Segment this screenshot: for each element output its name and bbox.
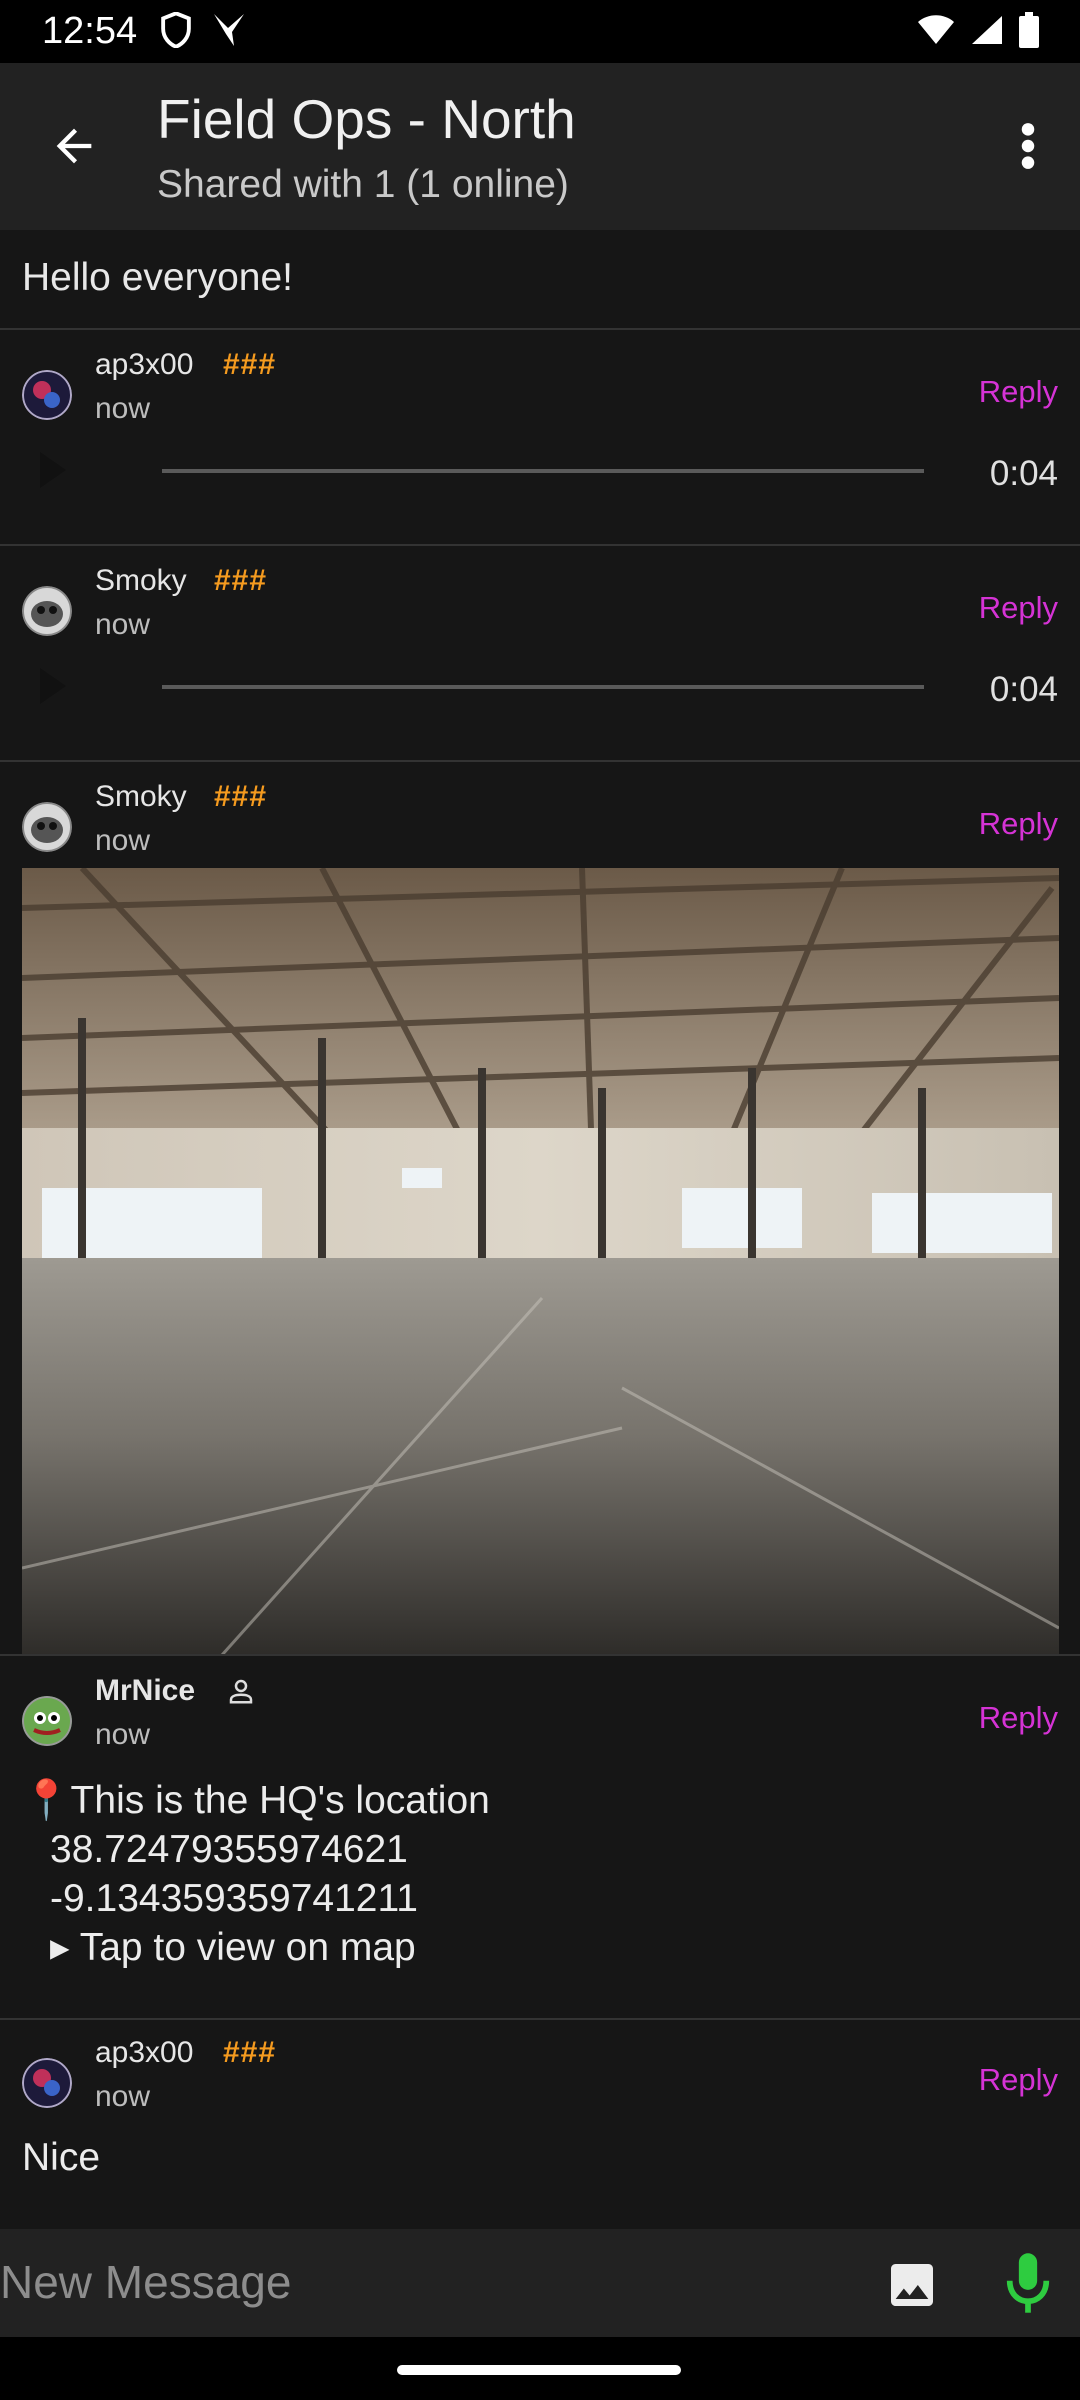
back-arrow-icon[interactable]: [48, 120, 100, 172]
page-title: Field Ops - North: [157, 88, 576, 150]
sender-name[interactable]: ap3x00: [95, 2036, 193, 2070]
image-icon[interactable]: [884, 2257, 940, 2313]
avatar[interactable]: [22, 370, 72, 420]
avatar[interactable]: [22, 2058, 72, 2108]
audio-progress-track[interactable]: [162, 685, 924, 689]
message-time: now: [95, 392, 151, 425]
message-composer: New Message: [0, 2229, 1080, 2337]
reply-button[interactable]: Reply: [979, 374, 1058, 410]
message-item: Smoky ### now Reply 0:04: [0, 546, 1080, 762]
person-icon: [229, 1679, 253, 1704]
rank-badge: ###: [223, 348, 277, 381]
location-longitude: -9.134359359741211: [50, 1877, 418, 1920]
rank-badge: ###: [214, 780, 268, 813]
status-time: 12:54: [42, 10, 138, 52]
page-subtitle[interactable]: Shared with 1 (1 online): [157, 163, 569, 207]
home-gesture-handle[interactable]: [397, 2365, 681, 2375]
avatar[interactable]: [22, 802, 72, 852]
location-title: 📍This is the HQ's location: [22, 1779, 490, 1822]
system-nav-bar: [0, 2337, 1080, 2400]
new-message-input[interactable]: New Message: [0, 2255, 291, 2309]
signal-icon: [972, 16, 1002, 44]
reply-button[interactable]: Reply: [979, 1700, 1058, 1736]
pinned-message: Hello everyone!: [0, 230, 1080, 330]
location-latitude: 38.72479355974621: [50, 1828, 408, 1871]
rank-badge: ###: [223, 2036, 277, 2069]
message-item: ap3x00 ### now Reply 0:04: [0, 330, 1080, 546]
message-item: ap3x00 ### now Reply Nice: [0, 2018, 1080, 2229]
sender-name[interactable]: Smoky: [95, 780, 187, 814]
audio-duration: 0:04: [989, 454, 1058, 493]
view-on-map-link[interactable]: ▸ Tap to view on map: [22, 1923, 490, 1972]
app-bar: Field Ops - North Shared with 1 (1 onlin…: [0, 63, 1080, 230]
message-time: now: [95, 608, 151, 641]
play-icon[interactable]: [40, 452, 66, 488]
avatar[interactable]: [22, 586, 72, 636]
reply-button[interactable]: Reply: [979, 806, 1058, 842]
pinned-message-text: Hello everyone!: [22, 256, 293, 299]
message-time: now: [95, 2080, 151, 2113]
reply-button[interactable]: Reply: [979, 590, 1058, 626]
status-bar: 12:54: [0, 0, 1080, 63]
audio-progress-track[interactable]: [162, 469, 924, 473]
sender-name[interactable]: ap3x00: [95, 348, 193, 382]
play-icon[interactable]: [40, 668, 66, 704]
message-time: now: [95, 1718, 151, 1751]
message-item: MrNice now Reply 📍This is the HQ's locat…: [0, 1654, 1080, 2020]
microphone-icon[interactable]: [1000, 2251, 1056, 2315]
location-block[interactable]: 📍This is the HQ's location 38.7247935597…: [22, 1776, 490, 1972]
message-list[interactable]: Hello everyone! ap3x00 ### now Reply 0:0…: [0, 230, 1080, 2229]
attached-photo[interactable]: [22, 868, 1059, 1655]
avatar[interactable]: [22, 1696, 72, 1746]
reply-button[interactable]: Reply: [979, 2062, 1058, 2098]
drone-icon: [214, 14, 244, 46]
battery-icon: [1019, 12, 1039, 48]
sender-name[interactable]: MrNice: [95, 1674, 195, 1708]
audio-duration: 0:04: [989, 670, 1058, 709]
sender-name[interactable]: Smoky: [95, 564, 187, 598]
message-text: Nice: [22, 2136, 101, 2179]
more-options-icon[interactable]: [1018, 121, 1038, 171]
rank-badge: ###: [214, 564, 268, 597]
message-time: now: [95, 824, 151, 857]
wifi-icon: [918, 15, 954, 44]
shield-icon: [161, 12, 191, 48]
